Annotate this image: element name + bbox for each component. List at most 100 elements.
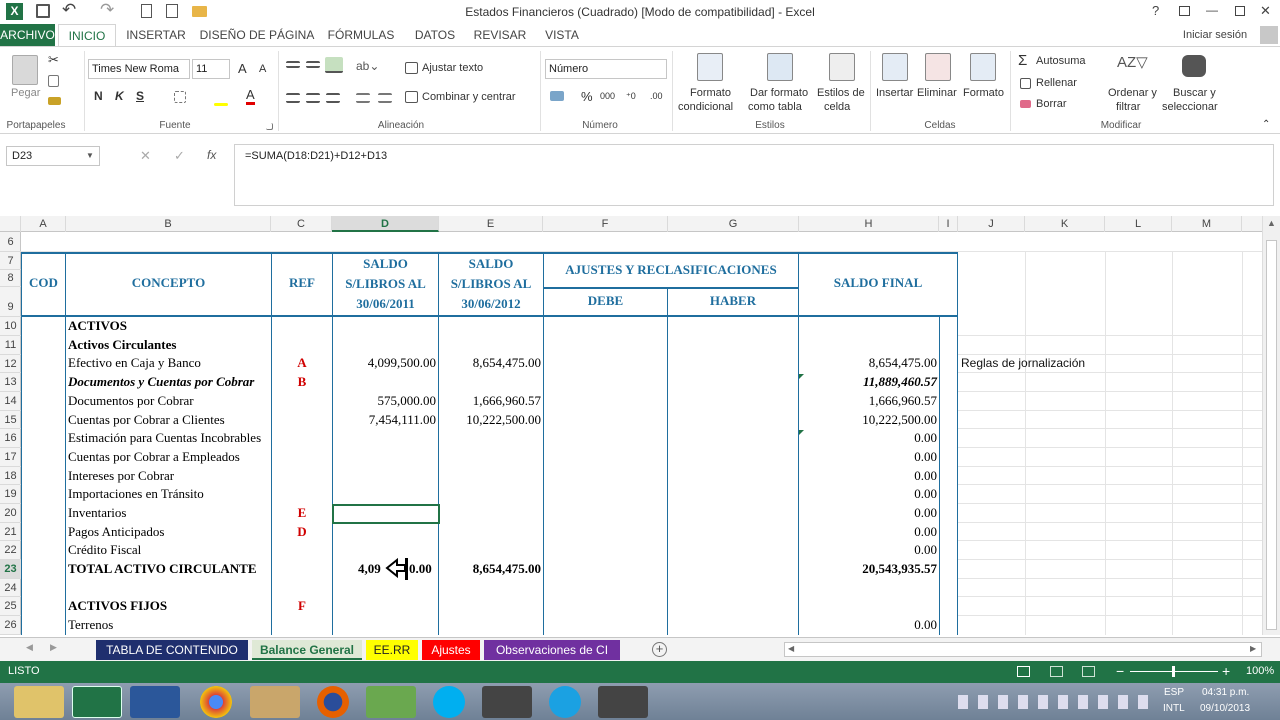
row-header[interactable]: 6 — [0, 232, 21, 252]
row-header[interactable]: 8 — [0, 270, 21, 287]
row-header[interactable]: 14 — [0, 392, 21, 411]
delete-cells-icon[interactable] — [925, 53, 951, 81]
cell-b10[interactable]: ACTIVOS — [68, 318, 271, 334]
number-format-dropdown[interactable]: Número — [545, 59, 667, 79]
column-header-a[interactable]: A — [21, 216, 66, 232]
cell-b17[interactable]: Cuentas por Cobrar a Empleados — [68, 449, 271, 465]
cell-b18[interactable]: Intereses por Cobrar — [68, 468, 271, 484]
page-break-view-icon[interactable] — [1082, 666, 1095, 677]
cell-b12[interactable]: Efectivo en Caja y Banco — [68, 355, 271, 371]
cut-icon[interactable]: ✂ — [48, 52, 59, 68]
comment-indicator-icon[interactable] — [799, 430, 804, 435]
language-indicator-1[interactable]: ESP — [1164, 687, 1184, 698]
font-size-dropdown[interactable]: 11 — [192, 59, 230, 79]
cell-b21[interactable]: Pagos Anticipados — [68, 524, 271, 540]
cell-h13[interactable]: 11,889,460.57 — [799, 374, 939, 390]
row-header[interactable]: 21 — [0, 523, 21, 541]
tab-scroll-right-icon[interactable]: ▶ — [50, 642, 57, 653]
column-header-c[interactable]: C — [271, 216, 332, 232]
tab-datos[interactable]: DATOS — [406, 24, 464, 46]
orientation-icon[interactable]: ab⌄ — [356, 59, 379, 73]
row-header[interactable]: 15 — [0, 411, 21, 429]
save-icon[interactable] — [36, 4, 50, 18]
skype-icon[interactable] — [433, 686, 465, 718]
cell-b26[interactable]: Terrenos — [68, 617, 271, 633]
row-header[interactable]: 17 — [0, 448, 21, 467]
insert-cells-button[interactable]: Insertar — [876, 87, 913, 99]
currency-format-icon[interactable] — [550, 91, 564, 101]
column-header-b[interactable]: B — [66, 216, 271, 232]
align-middle-icon[interactable] — [306, 61, 320, 68]
help-button[interactable]: ? — [1152, 3, 1159, 18]
cell-e23[interactable]: 8,654,475.00 — [439, 561, 543, 577]
cell-h19[interactable]: 0.00 — [799, 486, 939, 502]
wrap-text-icon[interactable] — [405, 62, 418, 74]
zoom-level[interactable]: 100% — [1246, 665, 1274, 677]
decrease-decimal-icon[interactable]: .00 — [650, 91, 663, 101]
thousands-separator-button[interactable]: 000 — [600, 91, 615, 101]
tray-icons[interactable] — [958, 695, 1148, 709]
cell-h26[interactable]: 0.00 — [799, 617, 939, 633]
explorer-icon[interactable] — [14, 686, 64, 718]
language-indicator-2[interactable]: INTL — [1163, 703, 1185, 714]
format-cells-button[interactable]: Formato — [963, 87, 1004, 99]
cell-h18[interactable]: 0.00 — [799, 468, 939, 484]
cell-h17[interactable]: 0.00 — [799, 449, 939, 465]
conditional-format-label2[interactable]: condicional — [678, 101, 733, 113]
borders-icon[interactable] — [174, 91, 186, 103]
select-all-corner[interactable] — [0, 216, 21, 232]
ribbon-display-button[interactable] — [1179, 6, 1190, 16]
zoom-out-button[interactable]: − — [1116, 663, 1124, 679]
insert-function-button[interactable]: fx — [207, 148, 216, 162]
row-header[interactable]: 12 — [0, 355, 21, 373]
cell-b13[interactable]: Documentos y Cuentas por Cobrar — [68, 374, 271, 390]
cell-c21[interactable]: D — [272, 524, 332, 540]
sort-filter-label2[interactable]: filtrar — [1116, 101, 1140, 113]
tab-revisar[interactable]: REVISAR — [470, 24, 530, 46]
increase-decimal-icon[interactable]: ⁺0 — [626, 91, 636, 102]
messenger-icon[interactable] — [366, 686, 416, 718]
close-button[interactable]: ✕ — [1260, 3, 1271, 19]
tab-insertar[interactable]: INSERTAR — [120, 24, 192, 46]
cell-e12[interactable]: 8,654,475.00 — [439, 355, 543, 371]
horizontal-scrollbar[interactable]: ◀ ▶ — [784, 642, 1262, 657]
comment-indicator-icon[interactable] — [799, 374, 804, 379]
clear-button[interactable]: Borrar — [1036, 98, 1067, 110]
column-header-h[interactable]: H — [799, 216, 939, 232]
cell-d14[interactable]: 575,000.00 — [333, 393, 438, 409]
excel-taskbar-icon[interactable] — [72, 686, 122, 718]
clock-date[interactable]: 09/10/2013 — [1200, 703, 1250, 714]
fill-icon[interactable] — [1020, 78, 1031, 89]
scroll-right-icon[interactable]: ▶ — [1250, 644, 1256, 653]
minimize-button[interactable]: — — [1206, 3, 1218, 17]
cell-b15[interactable]: Cuentas por Cobrar a Clientes — [68, 412, 271, 428]
row-header[interactable]: 24 — [0, 579, 21, 597]
zoom-in-button[interactable]: + — [1222, 663, 1230, 679]
cell-h21[interactable]: 0.00 — [799, 524, 939, 540]
row-header[interactable]: 13 — [0, 373, 21, 392]
cell-h15[interactable]: 10,222,500.00 — [799, 412, 939, 428]
column-header-g[interactable]: G — [668, 216, 799, 232]
column-header-m[interactable]: M — [1172, 216, 1242, 232]
media-app2-icon[interactable] — [598, 686, 648, 718]
row-header[interactable]: 9 — [0, 287, 21, 317]
align-center-icon[interactable] — [306, 93, 320, 103]
cell-c25[interactable]: F — [272, 598, 332, 614]
grow-font-button[interactable]: A — [238, 61, 247, 76]
tab-file[interactable]: ARCHIVO — [0, 24, 55, 46]
name-box-dropdown-icon[interactable]: ▼ — [86, 151, 94, 160]
wrap-text-button[interactable]: Ajustar texto — [422, 62, 483, 74]
cell-b14[interactable]: Documentos por Cobrar — [68, 393, 271, 409]
tab-formulas[interactable]: FÓRMULAS — [322, 24, 400, 46]
autosum-button[interactable]: Autosuma — [1036, 55, 1086, 67]
align-bottom-icon[interactable] — [325, 57, 343, 73]
cell-h23[interactable]: 20,543,935.57 — [799, 561, 939, 577]
tab-inicio[interactable]: INICIO — [58, 24, 116, 46]
row-header[interactable]: 16 — [0, 429, 21, 448]
collapse-ribbon-icon[interactable]: ⌃ — [1262, 119, 1270, 130]
paint-icon[interactable] — [250, 686, 300, 718]
insert-cells-icon[interactable] — [882, 53, 908, 81]
merge-center-button[interactable]: Combinar y centrar — [422, 91, 516, 103]
row-header[interactable]: 18 — [0, 467, 21, 485]
sheet-tab-eerr[interactable]: EE.RR — [366, 640, 418, 660]
